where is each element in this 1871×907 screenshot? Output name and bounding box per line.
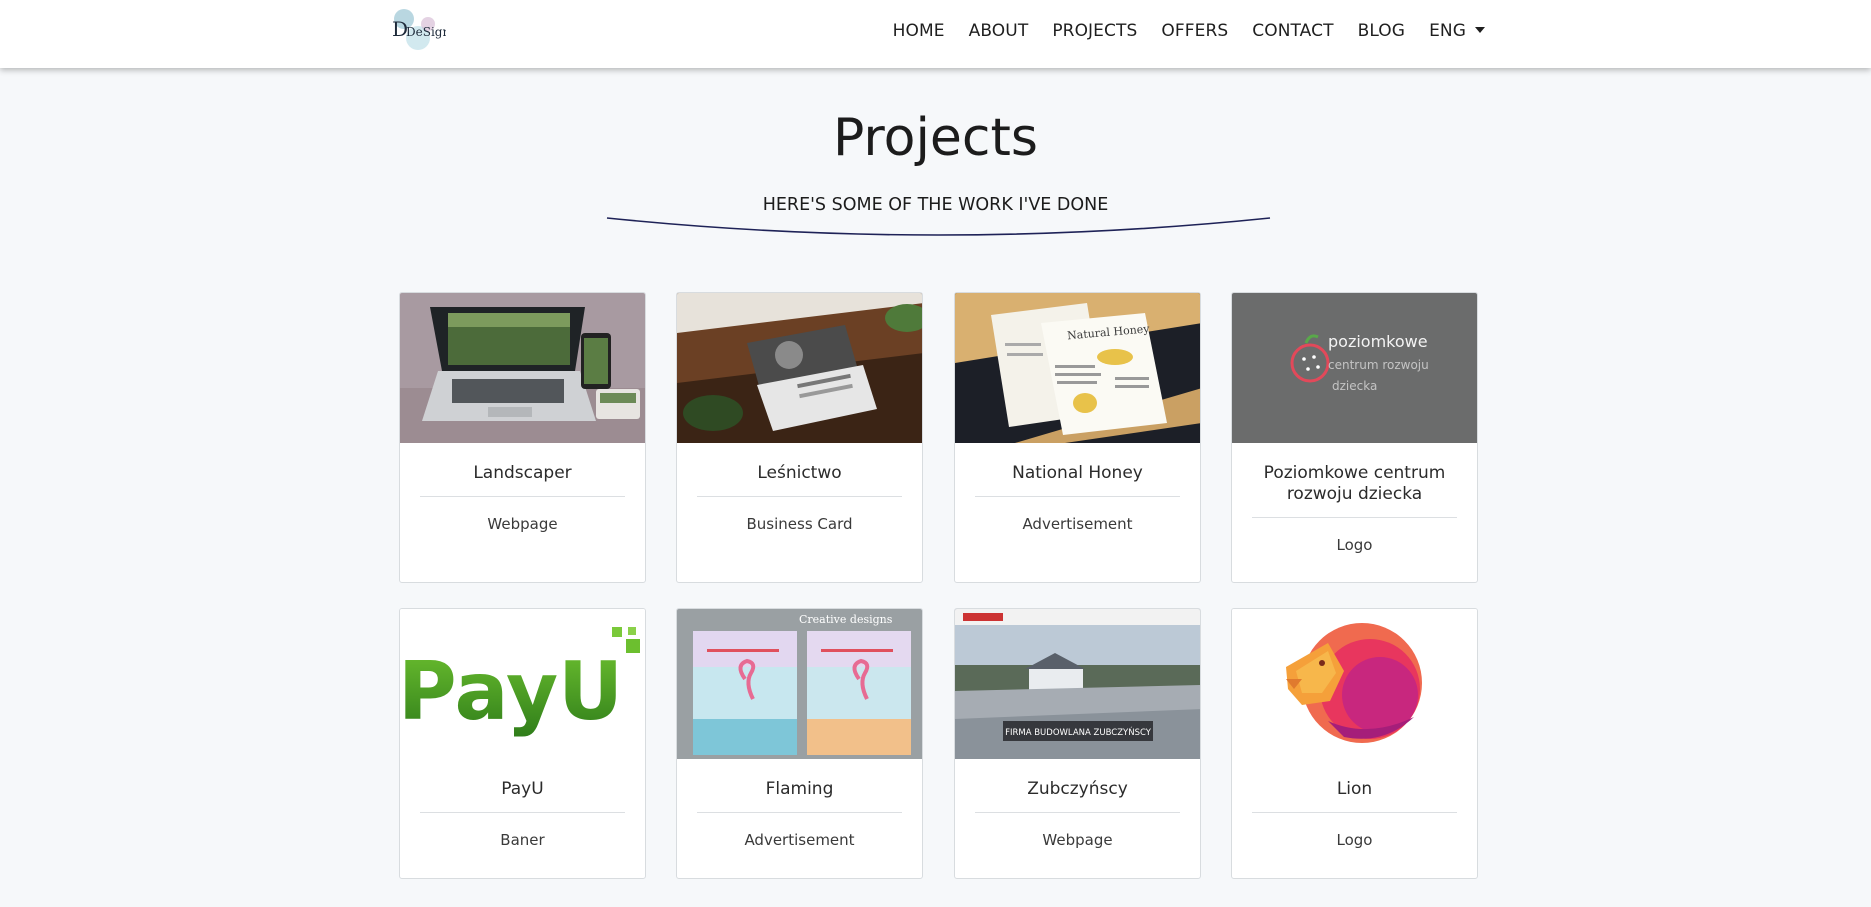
- project-card-national-honey[interactable]: Natural Honey National Honey Advertiseme…: [954, 292, 1201, 583]
- navbar: D DeSign HOME ABOUT PROJECTS OFFERS CONT…: [0, 0, 1871, 68]
- project-card-lesnictwo[interactable]: Leśnictwo Business Card: [676, 292, 923, 583]
- project-title: Landscaper: [473, 463, 572, 483]
- divider: [1252, 812, 1457, 813]
- language-dropdown[interactable]: ENG: [1429, 21, 1485, 41]
- project-title: Flaming: [765, 779, 834, 799]
- divider: [420, 496, 625, 497]
- project-thumbnail-lion: [1232, 609, 1477, 759]
- divider: [975, 496, 1180, 497]
- nav-home[interactable]: HOME: [893, 21, 945, 41]
- project-thumbnail-landscaper: [400, 293, 645, 443]
- project-card-poziomkowe[interactable]: poziomkowe centrum rozwoju dziecka Pozio…: [1231, 292, 1478, 583]
- svg-text:poziomkowe: poziomkowe: [1328, 332, 1428, 351]
- divider: [420, 812, 625, 813]
- project-category: Advertisement: [744, 831, 855, 849]
- project-thumbnail-poziomkowe: poziomkowe centrum rozwoju dziecka: [1232, 293, 1477, 443]
- svg-text:FIRMA BUDOWLANA ZUBCZYŃSCY: FIRMA BUDOWLANA ZUBCZYŃSCY: [1005, 726, 1152, 738]
- project-category: Baner: [500, 831, 545, 849]
- project-card-payu[interactable]: PayU PayU Baner: [399, 608, 646, 879]
- project-card-zubczynscy[interactable]: FIRMA BUDOWLANA ZUBCZYŃSCY Zubczyńscy We…: [954, 608, 1201, 879]
- divider: [975, 812, 1180, 813]
- project-thumbnail-national-honey: Natural Honey: [955, 293, 1200, 443]
- nav-about[interactable]: ABOUT: [969, 21, 1029, 41]
- project-thumbnail-lesnictwo: [677, 293, 922, 443]
- logo[interactable]: D DeSign: [384, 4, 450, 52]
- project-card-lion[interactable]: Lion Logo: [1231, 608, 1478, 879]
- project-category: Business Card: [746, 515, 853, 533]
- chevron-down-icon: [1475, 27, 1485, 33]
- project-title: Lion: [1336, 779, 1373, 799]
- project-card-flaming[interactable]: Creative designs Flaming Advertisement: [676, 608, 923, 879]
- svg-text:DeSign: DeSign: [406, 25, 446, 39]
- svg-text:Creative designs: Creative designs: [799, 613, 893, 626]
- project-category: Webpage: [1042, 831, 1113, 849]
- project-title: PayU: [501, 779, 544, 799]
- divider: [1252, 517, 1457, 518]
- divider: [697, 812, 902, 813]
- nav-links: HOME ABOUT PROJECTS OFFERS CONTACT BLOG …: [893, 21, 1485, 41]
- project-thumbnail-flaming: Creative designs: [677, 609, 922, 759]
- project-category: Webpage: [487, 515, 558, 533]
- project-thumbnail-payu: PayU: [400, 609, 645, 759]
- project-thumbnail-zubczynscy: FIRMA BUDOWLANA ZUBCZYŃSCY: [955, 609, 1200, 759]
- decorative-curve: [606, 217, 1271, 236]
- nav-projects[interactable]: PROJECTS: [1052, 21, 1137, 41]
- nav-offers[interactable]: OFFERS: [1161, 21, 1228, 41]
- divider: [697, 496, 902, 497]
- language-label: ENG: [1429, 21, 1466, 41]
- page-title: Projects: [832, 108, 1038, 168]
- nav-blog[interactable]: BLOG: [1358, 21, 1405, 41]
- project-title: Poziomkowe centrum rozwoju dziecka: [1263, 463, 1446, 504]
- project-category: Logo: [1336, 831, 1373, 849]
- project-title: Zubczyńscy: [1027, 779, 1128, 799]
- project-card-landscaper[interactable]: Landscaper Webpage: [399, 292, 646, 583]
- project-category: Advertisement: [1022, 515, 1133, 533]
- svg-text:centrum rozwoju: centrum rozwoju: [1328, 358, 1429, 372]
- project-title: Leśnictwo: [757, 463, 842, 483]
- project-title: National Honey: [1012, 463, 1143, 483]
- svg-text:dziecka: dziecka: [1332, 379, 1377, 393]
- nav-contact[interactable]: CONTACT: [1252, 21, 1333, 41]
- project-category: Logo: [1336, 536, 1373, 554]
- svg-text:PayU: PayU: [400, 645, 623, 738]
